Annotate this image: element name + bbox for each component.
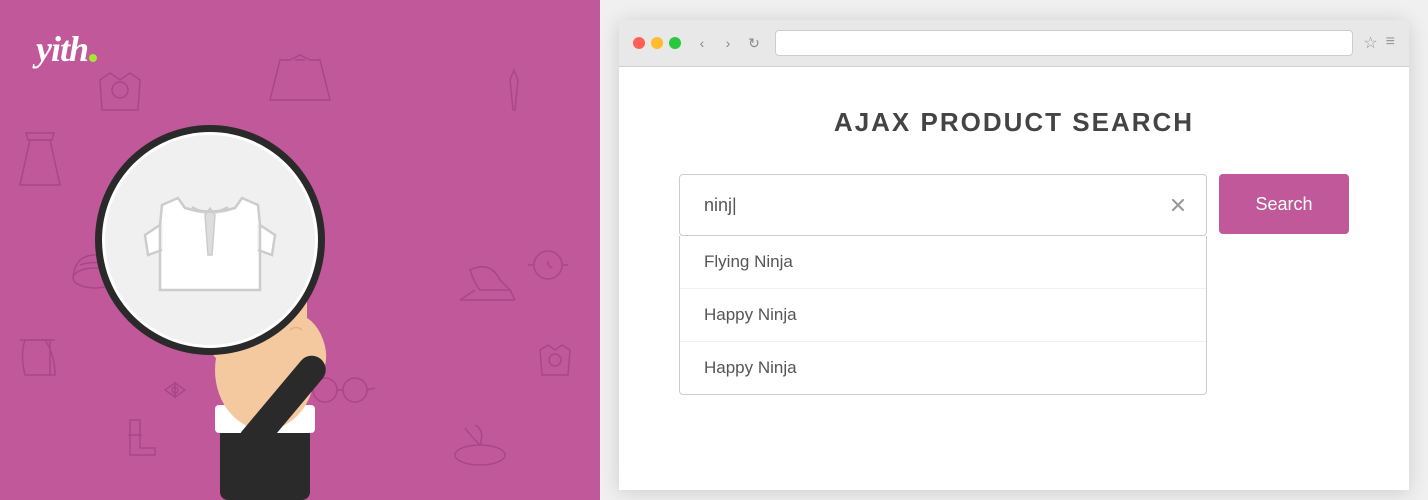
dropdown-item[interactable]: Happy Ninja	[680, 342, 1206, 394]
search-row: Search	[679, 174, 1349, 236]
search-input-wrapper	[679, 174, 1207, 236]
browser-nav: ‹ › ↻	[691, 32, 765, 54]
browser-chrome: ‹ › ↻ ☆ ≡	[619, 20, 1409, 67]
back-button[interactable]: ‹	[691, 32, 713, 54]
bookmark-icon[interactable]: ☆	[1363, 33, 1377, 53]
search-dropdown: Flying Ninja Happy Ninja Happy Ninja	[679, 236, 1207, 395]
close-icon	[1168, 195, 1188, 215]
dropdown-item[interactable]: Flying Ninja	[680, 236, 1206, 289]
right-panel: ‹ › ↻ ☆ ≡ AJAX PRODUCT SEARCH	[600, 0, 1428, 500]
traffic-light-green[interactable]	[669, 37, 681, 49]
main-illustration	[0, 40, 600, 500]
dropdown-item[interactable]: Happy Ninja	[680, 289, 1206, 342]
traffic-light-yellow[interactable]	[651, 37, 663, 49]
search-input[interactable]	[680, 175, 1206, 235]
left-panel: yith	[0, 0, 600, 500]
browser-content: AJAX PRODUCT SEARCH Search Flying Ninja …	[619, 67, 1409, 490]
traffic-light-red[interactable]	[633, 37, 645, 49]
menu-icon[interactable]: ≡	[1386, 33, 1395, 53]
forward-button[interactable]: ›	[717, 32, 739, 54]
search-button[interactable]: Search	[1219, 174, 1349, 234]
refresh-button[interactable]: ↻	[743, 32, 765, 54]
browser-window: ‹ › ↻ ☆ ≡ AJAX PRODUCT SEARCH	[619, 20, 1409, 490]
address-bar[interactable]	[775, 30, 1353, 56]
clear-button[interactable]	[1166, 193, 1190, 217]
browser-actions: ☆ ≡	[1363, 33, 1395, 53]
page-title: AJAX PRODUCT SEARCH	[679, 107, 1349, 138]
traffic-lights	[633, 37, 681, 49]
